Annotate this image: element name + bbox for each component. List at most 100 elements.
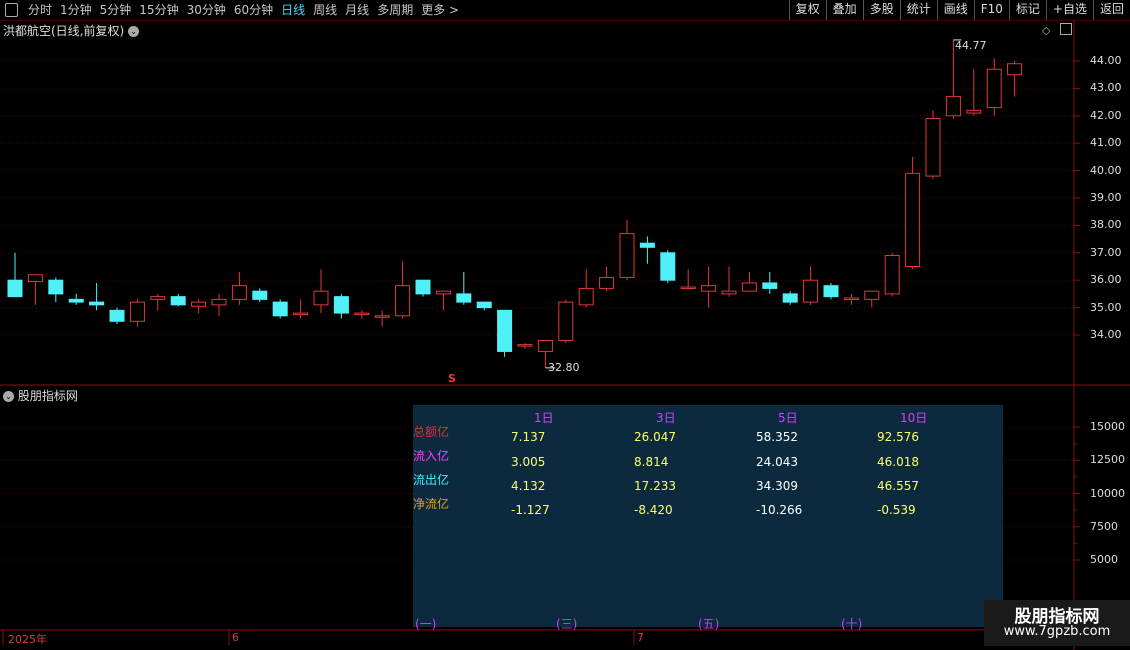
candle-body <box>905 172 921 267</box>
group-label: (一) <box>415 617 437 631</box>
candle-body <box>293 312 309 316</box>
table-cell: -8.420 <box>634 503 673 517</box>
fund-flow-table: 1日 3日 5日 10日 总额亿 流入亿 流出亿 净流亿 7.137 26.04… <box>413 405 1003 631</box>
candle-body <box>497 309 513 352</box>
price-tick-label: 42.00 <box>1090 108 1122 122</box>
indicator-title-text: 股朋指标网 <box>17 389 78 403</box>
candle-body <box>313 290 329 306</box>
candle-body <box>191 301 207 307</box>
candle-body <box>599 276 615 289</box>
sell-signal-marker: S <box>448 372 456 385</box>
candle-body <box>129 301 145 322</box>
candle-body <box>966 109 982 114</box>
candle-body <box>782 293 798 303</box>
price-tick-label: 39.00 <box>1090 191 1122 204</box>
candle-body <box>843 297 859 301</box>
row-label-outflow: 流出亿 <box>413 473 450 487</box>
candle-body <box>701 285 717 292</box>
panel-layout-icon[interactable] <box>1060 23 1072 35</box>
table-cell: 34.309 <box>756 479 798 493</box>
candle-body <box>803 279 819 303</box>
table-cell: 4.132 <box>511 479 546 493</box>
high-price-label: 44.77 <box>955 39 987 52</box>
candle-body <box>476 301 492 309</box>
table-header: 10日 <box>900 411 928 425</box>
volume-tick-label: 7500 <box>1090 519 1118 533</box>
candle-body <box>537 339 553 352</box>
row-label-total: 总额亿 <box>413 425 450 439</box>
candle-body <box>517 344 533 347</box>
table-header: 3日 <box>656 411 676 425</box>
price-tick-label: 41.00 <box>1090 136 1122 150</box>
table-cell: 92.576 <box>877 430 919 444</box>
row-label-net: 净流亿 <box>413 497 450 511</box>
low-price-label: 32.80 <box>548 361 580 374</box>
group-label: (十) <box>841 617 863 631</box>
watermark-logo: 股朋指标网 www.7gpzb.com <box>984 600 1130 646</box>
candle-body <box>721 290 737 295</box>
table-cell: 24.043 <box>756 455 798 469</box>
candle-body <box>619 233 635 278</box>
stock-title: 洪都航空(日线,前复权) ⌄ <box>3 22 140 39</box>
diamond-icon[interactable]: ◇ <box>1042 24 1050 37</box>
candle-body <box>150 296 166 300</box>
date-label: 2025年 <box>8 633 47 646</box>
candle-body <box>558 301 574 341</box>
volume-tick-label: 15000 <box>1090 420 1125 433</box>
candle-body <box>170 296 186 306</box>
price-tick-label: 34.00 <box>1090 328 1122 341</box>
table-cell: 26.047 <box>634 430 676 444</box>
candle-body <box>48 279 64 295</box>
chevron-down-icon[interactable]: ⌄ <box>128 26 140 37</box>
candle-body <box>354 312 370 316</box>
candle-body <box>333 296 349 314</box>
price-tick-label: 38.00 <box>1090 218 1122 232</box>
chevron-down-icon[interactable]: ⌄ <box>3 391 14 402</box>
table-cell: 58.352 <box>756 430 798 444</box>
candle-body <box>660 252 676 281</box>
table-header: 5日 <box>778 411 798 425</box>
date-label: 6 <box>232 631 239 644</box>
price-tick-label: 44.00 <box>1090 54 1122 67</box>
table-header: 1日 <box>534 411 554 425</box>
indicator-title: ⌄ 股朋指标网 <box>3 387 78 404</box>
candle-body <box>415 279 431 295</box>
candle-body <box>741 282 757 292</box>
candle-body <box>945 96 961 117</box>
table-cell: 46.557 <box>877 479 919 493</box>
candle-body <box>395 285 411 317</box>
volume-tick-label: 5000 <box>1090 553 1118 566</box>
candle-body <box>639 242 655 248</box>
candle-body <box>211 298 227 306</box>
price-tick-label: 40.00 <box>1090 163 1122 177</box>
candle-body <box>435 290 451 295</box>
table-cell: -10.266 <box>756 503 803 517</box>
table-cell: 46.018 <box>877 455 919 469</box>
candle-body <box>680 286 696 290</box>
table-cell: 3.005 <box>511 455 546 469</box>
candle-body <box>89 301 105 306</box>
price-tick-label: 36.00 <box>1090 273 1122 287</box>
price-tick-label: 43.00 <box>1090 81 1122 95</box>
table-cell: 7.137 <box>511 430 546 444</box>
price-tick-label: 37.00 <box>1090 245 1122 259</box>
candle-body <box>7 279 23 298</box>
table-cell: 8.814 <box>634 455 669 469</box>
stock-title-text: 洪都航空(日线,前复权) <box>3 24 125 38</box>
candle-body <box>374 315 390 318</box>
candle-body <box>272 301 288 317</box>
candle-body <box>864 290 880 300</box>
candle-body <box>68 298 84 303</box>
candle-body <box>925 118 941 177</box>
logo-url: www.7gpzb.com <box>1003 624 1111 639</box>
candle-body <box>762 282 778 289</box>
candle-body <box>231 285 247 300</box>
table-cell: -0.539 <box>877 503 916 517</box>
row-label-inflow: 流入亿 <box>413 449 450 463</box>
table-cell: -1.127 <box>511 503 550 517</box>
candle-body <box>884 255 900 295</box>
candle-body <box>456 293 472 303</box>
group-label: (三) <box>556 617 578 631</box>
volume-tick-label: 10000 <box>1090 486 1125 500</box>
candle-body <box>252 290 268 300</box>
